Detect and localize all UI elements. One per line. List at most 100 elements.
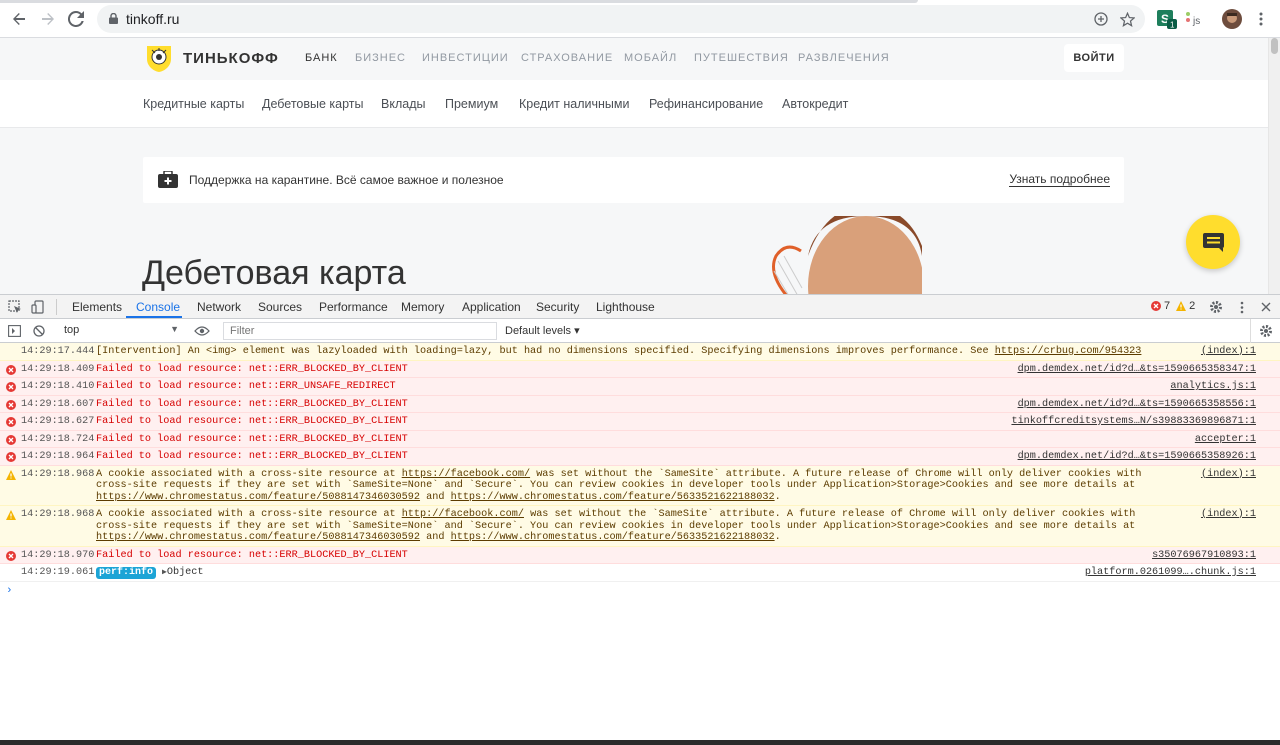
page-scrollbar[interactable]: [1268, 38, 1280, 294]
chat-button[interactable]: [1186, 215, 1240, 269]
nav-mobile[interactable]: МОБАЙЛ: [624, 52, 677, 64]
add-icon[interactable]: [1091, 9, 1111, 29]
tab-elements[interactable]: Elements: [72, 300, 122, 314]
nav-entertainment[interactable]: РАЗВЛЕЧЕНИЯ: [798, 52, 890, 64]
log-levels-dropdown[interactable]: Default levels ▾: [505, 324, 580, 337]
device-toolbar-icon[interactable]: [30, 299, 46, 315]
error-icon: [6, 417, 16, 427]
nav-refinancing[interactable]: Рефинансирование: [649, 97, 763, 111]
warning-count: 2: [1189, 300, 1196, 312]
tinkoff-logo-icon[interactable]: [143, 43, 175, 75]
message-text: A cookie associated with a cross-site re…: [96, 509, 1136, 543]
more-options-icon[interactable]: [1234, 299, 1250, 315]
source-link[interactable]: (index):1: [1194, 468, 1256, 480]
nav-bank[interactable]: БАНК: [305, 52, 338, 64]
avatar[interactable]: [1222, 9, 1242, 29]
divider: [56, 299, 57, 315]
extension-js-icon[interactable]: js: [1184, 9, 1208, 29]
message-text: A cookie associated with a cross-site re…: [96, 468, 1142, 503]
source-link[interactable]: s35076967910893:1: [1146, 549, 1256, 561]
timestamp: 14:29:18.964: [21, 451, 95, 462]
nav-premium[interactable]: Премиум: [445, 97, 498, 111]
devtools-tabbar: Elements Console Network Sources Perform…: [0, 295, 1280, 319]
source-link[interactable]: analytics.js:1: [1164, 381, 1256, 393]
console-message-warning: 14:29:17.444 [Intervention] An <img> ele…: [0, 343, 1280, 361]
message-link[interactable]: https://www.chromestatus.com/feature/508…: [96, 532, 420, 543]
brand-name[interactable]: ТИНЬКОФФ: [183, 50, 279, 67]
kebab-menu-icon[interactable]: [1251, 9, 1271, 29]
tab-performance[interactable]: Performance: [319, 300, 388, 314]
reload-icon[interactable]: [66, 9, 86, 29]
nav-investments[interactable]: ИНВЕСТИЦИИ: [422, 52, 509, 64]
console-message-error: 14:29:18.607 Failed to load resource: ne…: [0, 395, 1280, 413]
product-navigation: Кредитные карты Дебетовые карты Вклады П…: [0, 80, 1268, 128]
nav-car-loan[interactable]: Автокредит: [782, 97, 848, 111]
message-text: Failed to load resource: net::ERR_BLOCKE…: [96, 363, 408, 375]
context-value: top: [64, 324, 80, 336]
warning-icon: [6, 469, 16, 480]
nav-business[interactable]: БИЗНЕС: [355, 52, 406, 64]
console-filter-input[interactable]: [223, 322, 497, 340]
source-link[interactable]: dpm.demdex.net/id?d…&ts=1590665358347:1: [1011, 363, 1256, 375]
message-link[interactable]: https://www.chromestatus.com/feature/563…: [451, 492, 775, 503]
console-prompt[interactable]: ›: [0, 582, 1280, 600]
message-link[interactable]: http://facebook.com/: [402, 509, 524, 520]
login-button[interactable]: ВОЙТИ: [1064, 44, 1124, 72]
svg-text:js: js: [1192, 16, 1200, 27]
console-toolbar: top ▼ Default levels ▾: [0, 319, 1280, 343]
show-sidebar-icon[interactable]: [6, 323, 22, 339]
console-message-error: 14:29:18.970 Failed to load resource: ne…: [0, 546, 1280, 564]
tab-sources[interactable]: Sources: [258, 300, 302, 314]
nav-deposits[interactable]: Вклады: [381, 97, 425, 111]
console-message-error: 14:29:18.409 Failed to load resource: ne…: [0, 360, 1280, 378]
tab-memory[interactable]: Memory: [401, 300, 444, 314]
tab-security[interactable]: Security: [536, 300, 579, 314]
source-link[interactable]: tinkoffcreditsystems…N/s39883369896871:1: [1005, 416, 1256, 428]
console-settings-gear-icon[interactable]: [1258, 323, 1274, 339]
star-icon[interactable]: [1117, 9, 1137, 29]
devtools-panel: Elements Console Network Sources Perform…: [0, 294, 1280, 745]
message-link[interactable]: https://www.chromestatus.com/feature/508…: [96, 492, 420, 503]
svg-text:1: 1: [1170, 21, 1175, 30]
extension-s-icon[interactable]: S1: [1157, 9, 1177, 30]
source-link[interactable]: dpm.demdex.net/id?d…&ts=1590665358926:1: [1011, 451, 1256, 463]
source-link[interactable]: platform.0261099….chunk.js:1: [1079, 567, 1256, 579]
source-link[interactable]: accepter:1: [1188, 433, 1256, 445]
message-link[interactable]: https://www.chromestatus.com/feature/563…: [451, 532, 775, 543]
url-text: tinkoff.ru: [126, 11, 180, 27]
settings-gear-icon[interactable]: [1208, 299, 1224, 315]
arrow-left-icon[interactable]: [9, 9, 29, 29]
clear-console-icon[interactable]: [31, 323, 47, 339]
promo-banner[interactable]: Поддержка на карантине. Всё самое важное…: [143, 157, 1124, 203]
eye-icon[interactable]: [194, 323, 210, 339]
error-icon: [6, 364, 16, 375]
object-preview[interactable]: Object: [167, 567, 204, 578]
nav-cash-loan[interactable]: Кредит наличными: [519, 97, 630, 111]
arrow-right-icon[interactable]: [38, 9, 58, 29]
error-icon: [6, 382, 16, 392]
nav-debit-cards[interactable]: Дебетовые карты: [262, 97, 364, 111]
tab-network[interactable]: Network: [197, 300, 241, 314]
address-bar[interactable]: tinkoff.ru: [97, 5, 1145, 33]
tab-strip-edge: [0, 0, 918, 3]
source-link[interactable]: dpm.demdex.net/id?d…&ts=1590665358556:1: [1011, 398, 1256, 410]
tab-console[interactable]: Console: [136, 300, 180, 314]
message-text: Failed to load resource: net::ERR_BLOCKE…: [96, 398, 408, 410]
context-selector[interactable]: top ▼: [57, 321, 183, 341]
active-tab-indicator: [126, 316, 182, 318]
dropdown-arrow-icon: ▼: [170, 324, 179, 334]
tab-lighthouse[interactable]: Lighthouse: [596, 300, 655, 314]
message-link[interactable]: https://facebook.com/: [402, 469, 530, 480]
message-link[interactable]: https://crbug.com/954323: [995, 346, 1142, 357]
source-link[interactable]: (index):1: [1194, 346, 1256, 358]
nav-insurance[interactable]: СТРАХОВАНИЕ: [521, 52, 613, 64]
close-icon[interactable]: [1258, 299, 1274, 315]
source-link[interactable]: (index):1: [1194, 509, 1256, 521]
promo-link[interactable]: Узнать подробнее: [1009, 173, 1110, 187]
issue-counter[interactable]: 7 2: [1151, 300, 1195, 312]
page-heading: Дебетовая карта: [142, 254, 406, 292]
nav-travel[interactable]: ПУТЕШЕСТВИЯ: [694, 52, 789, 64]
nav-credit-cards[interactable]: Кредитные карты: [143, 97, 244, 111]
tab-application[interactable]: Application: [462, 300, 521, 314]
inspect-element-icon[interactable]: [7, 299, 23, 315]
